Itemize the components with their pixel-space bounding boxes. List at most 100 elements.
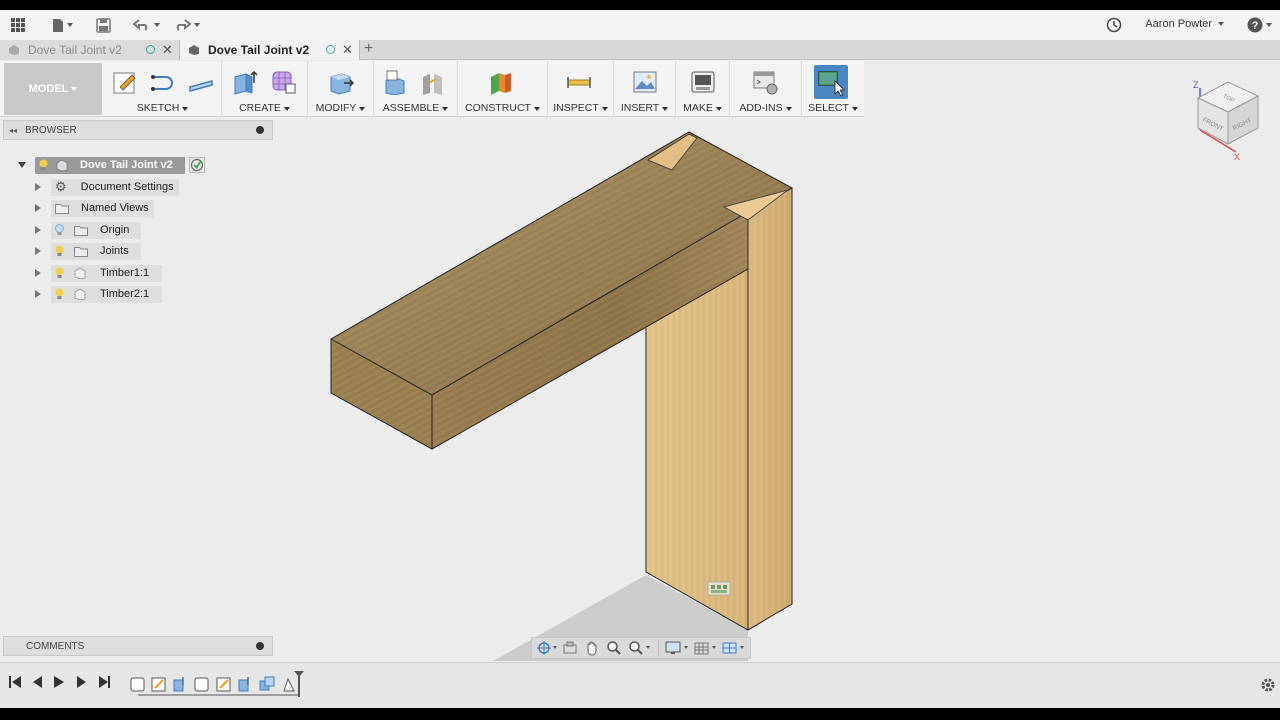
play-icon[interactable] [54,676,64,688]
go-to-start-icon[interactable] [9,676,21,688]
timber1-chip[interactable]: Timber1:1 [51,264,162,282]
timeline-extrude-icon[interactable] [238,677,249,692]
make-menu-label[interactable]: MAKE [676,102,729,114]
assemble-menu-label[interactable]: ASSEMBLE [374,102,457,114]
step-forward-icon[interactable] [77,676,86,688]
inspect-group[interactable]: INSPECT [548,61,614,117]
create-sketch-icon[interactable] [112,69,138,95]
create-menu-label[interactable]: CREATE [222,102,307,114]
expand-toggle-icon[interactable] [35,204,41,212]
insert-menu-label[interactable]: INSERT [614,102,675,114]
joint-glyph-icon[interactable] [707,581,731,596]
inspect-menu-label[interactable]: INSPECT [548,102,613,114]
press-pull-icon[interactable] [328,69,354,95]
lightbulb-icon[interactable] [39,159,48,171]
root-component-chip[interactable]: Dove Tail Joint v2 [35,156,185,174]
activate-check-icon[interactable] [189,157,205,173]
offset-plane-icon[interactable] [488,69,514,95]
undo-button[interactable] [130,15,162,35]
step-back-icon[interactable] [33,676,42,688]
insert-group[interactable]: INSERT [614,61,676,117]
redo-button[interactable] [170,15,202,35]
assemble-group[interactable]: ASSEMBLE [374,61,458,117]
browser-panel-header[interactable]: ◂◂ BROWSER [3,120,273,140]
joint-icon[interactable] [420,69,446,95]
form-icon[interactable] [270,69,296,95]
modify-group[interactable]: MODIFY [308,61,374,117]
lightbulb-icon[interactable] [55,224,64,236]
add-ins-group[interactable]: ADD-INS [730,61,802,117]
job-status-button[interactable] [1104,15,1124,35]
construct-menu-label[interactable]: CONSTRUCT [458,102,547,114]
zoom-icon[interactable] [606,640,622,656]
origin-chip[interactable]: Origin [51,221,141,239]
save-button[interactable] [94,15,112,35]
lightbulb-icon[interactable] [55,288,64,300]
timeline-joint-icon[interactable] [283,677,295,692]
new-component-icon[interactable] [384,69,410,95]
named-views-chip[interactable]: Named Views [51,199,154,217]
help-button[interactable]: ? [1244,15,1274,35]
grid-snaps-icon[interactable] [693,640,719,656]
display-settings-icon[interactable] [665,640,691,656]
timeline-sketch-icon[interactable] [151,677,166,692]
tab-document-1[interactable]: Dove Tail Joint v2 ✕ [0,40,180,60]
select-menu-label[interactable]: SELECT [802,102,864,114]
timeline-combine-icon[interactable] [259,676,275,691]
user-menu[interactable]: Aaron Powter [1145,18,1224,30]
expand-toggle-icon[interactable] [35,290,41,298]
expand-toggle-icon[interactable] [35,226,41,234]
viewports-icon[interactable] [721,640,747,656]
select-tool-button[interactable] [814,65,848,99]
line-tool-icon[interactable] [150,69,176,95]
add-comment-icon[interactable] [256,642,264,650]
modify-menu-label[interactable]: MODIFY [308,102,373,114]
orbit-icon[interactable] [536,640,558,656]
sketch-menu-label[interactable]: SKETCH [104,102,221,114]
lightbulb-icon[interactable] [55,245,64,257]
extrude-icon[interactable] [232,69,258,95]
sketch-group[interactable]: SKETCH [104,61,222,117]
timeline-component-icon[interactable] [130,677,145,692]
timeline-sketch-icon[interactable] [216,677,231,692]
rectangle-tool-icon[interactable] [188,69,214,95]
go-to-end-icon[interactable] [99,676,110,688]
select-group[interactable]: SELECT [802,61,864,117]
expand-toggle-icon[interactable] [35,247,41,255]
file-menu-button[interactable] [48,15,76,35]
look-at-icon[interactable] [562,640,578,656]
create-group[interactable]: CREATE [222,61,308,117]
add-ins-menu-label[interactable]: ADD-INS [730,102,801,114]
pan-hand-icon[interactable] [584,640,600,656]
insert-image-icon[interactable] [632,69,658,95]
new-tab-button[interactable]: + [364,40,373,58]
3d-print-icon[interactable] [690,69,716,95]
joints-chip[interactable]: Joints [51,242,141,260]
scripts-icon[interactable] [752,69,778,95]
timeline-extrude-icon[interactable] [173,677,184,692]
view-cube[interactable]: TOP FRONT RIGHT Z X [1193,80,1260,162]
lightbulb-icon[interactable] [55,267,64,279]
timeline-settings-gear-icon[interactable] [1260,677,1276,693]
close-tab-icon[interactable]: ✕ [162,42,173,58]
construct-group[interactable]: CONSTRUCT [458,61,548,117]
timber2-chip[interactable]: Timber2:1 [51,285,162,303]
comments-panel-header[interactable]: COMMENTS [3,636,273,656]
tab-document-2[interactable]: Dove Tail Joint v2 ✕ [180,40,360,60]
expand-toggle-icon[interactable] [35,183,41,191]
make-group[interactable]: MAKE [676,61,730,117]
document-settings-chip[interactable]: ⚙ Document Settings [51,178,179,196]
panel-pin-icon[interactable] [256,126,264,134]
close-tab-icon[interactable]: ✕ [342,42,353,58]
grid-menu-icon[interactable] [8,15,28,35]
measure-icon[interactable] [566,69,592,95]
expand-toggle-icon[interactable] [35,269,41,277]
collapse-panel-icon[interactable]: ◂◂ [9,126,17,135]
expand-toggle-icon[interactable] [18,162,26,168]
zoom-window-icon[interactable] [628,640,652,656]
timeline-marker[interactable] [294,671,304,697]
folder-icon [74,225,88,236]
tab-label: Dove Tail Joint v2 [28,43,122,57]
timeline-component-icon[interactable] [194,677,209,692]
workspace-switcher[interactable]: MODEL [4,63,102,115]
